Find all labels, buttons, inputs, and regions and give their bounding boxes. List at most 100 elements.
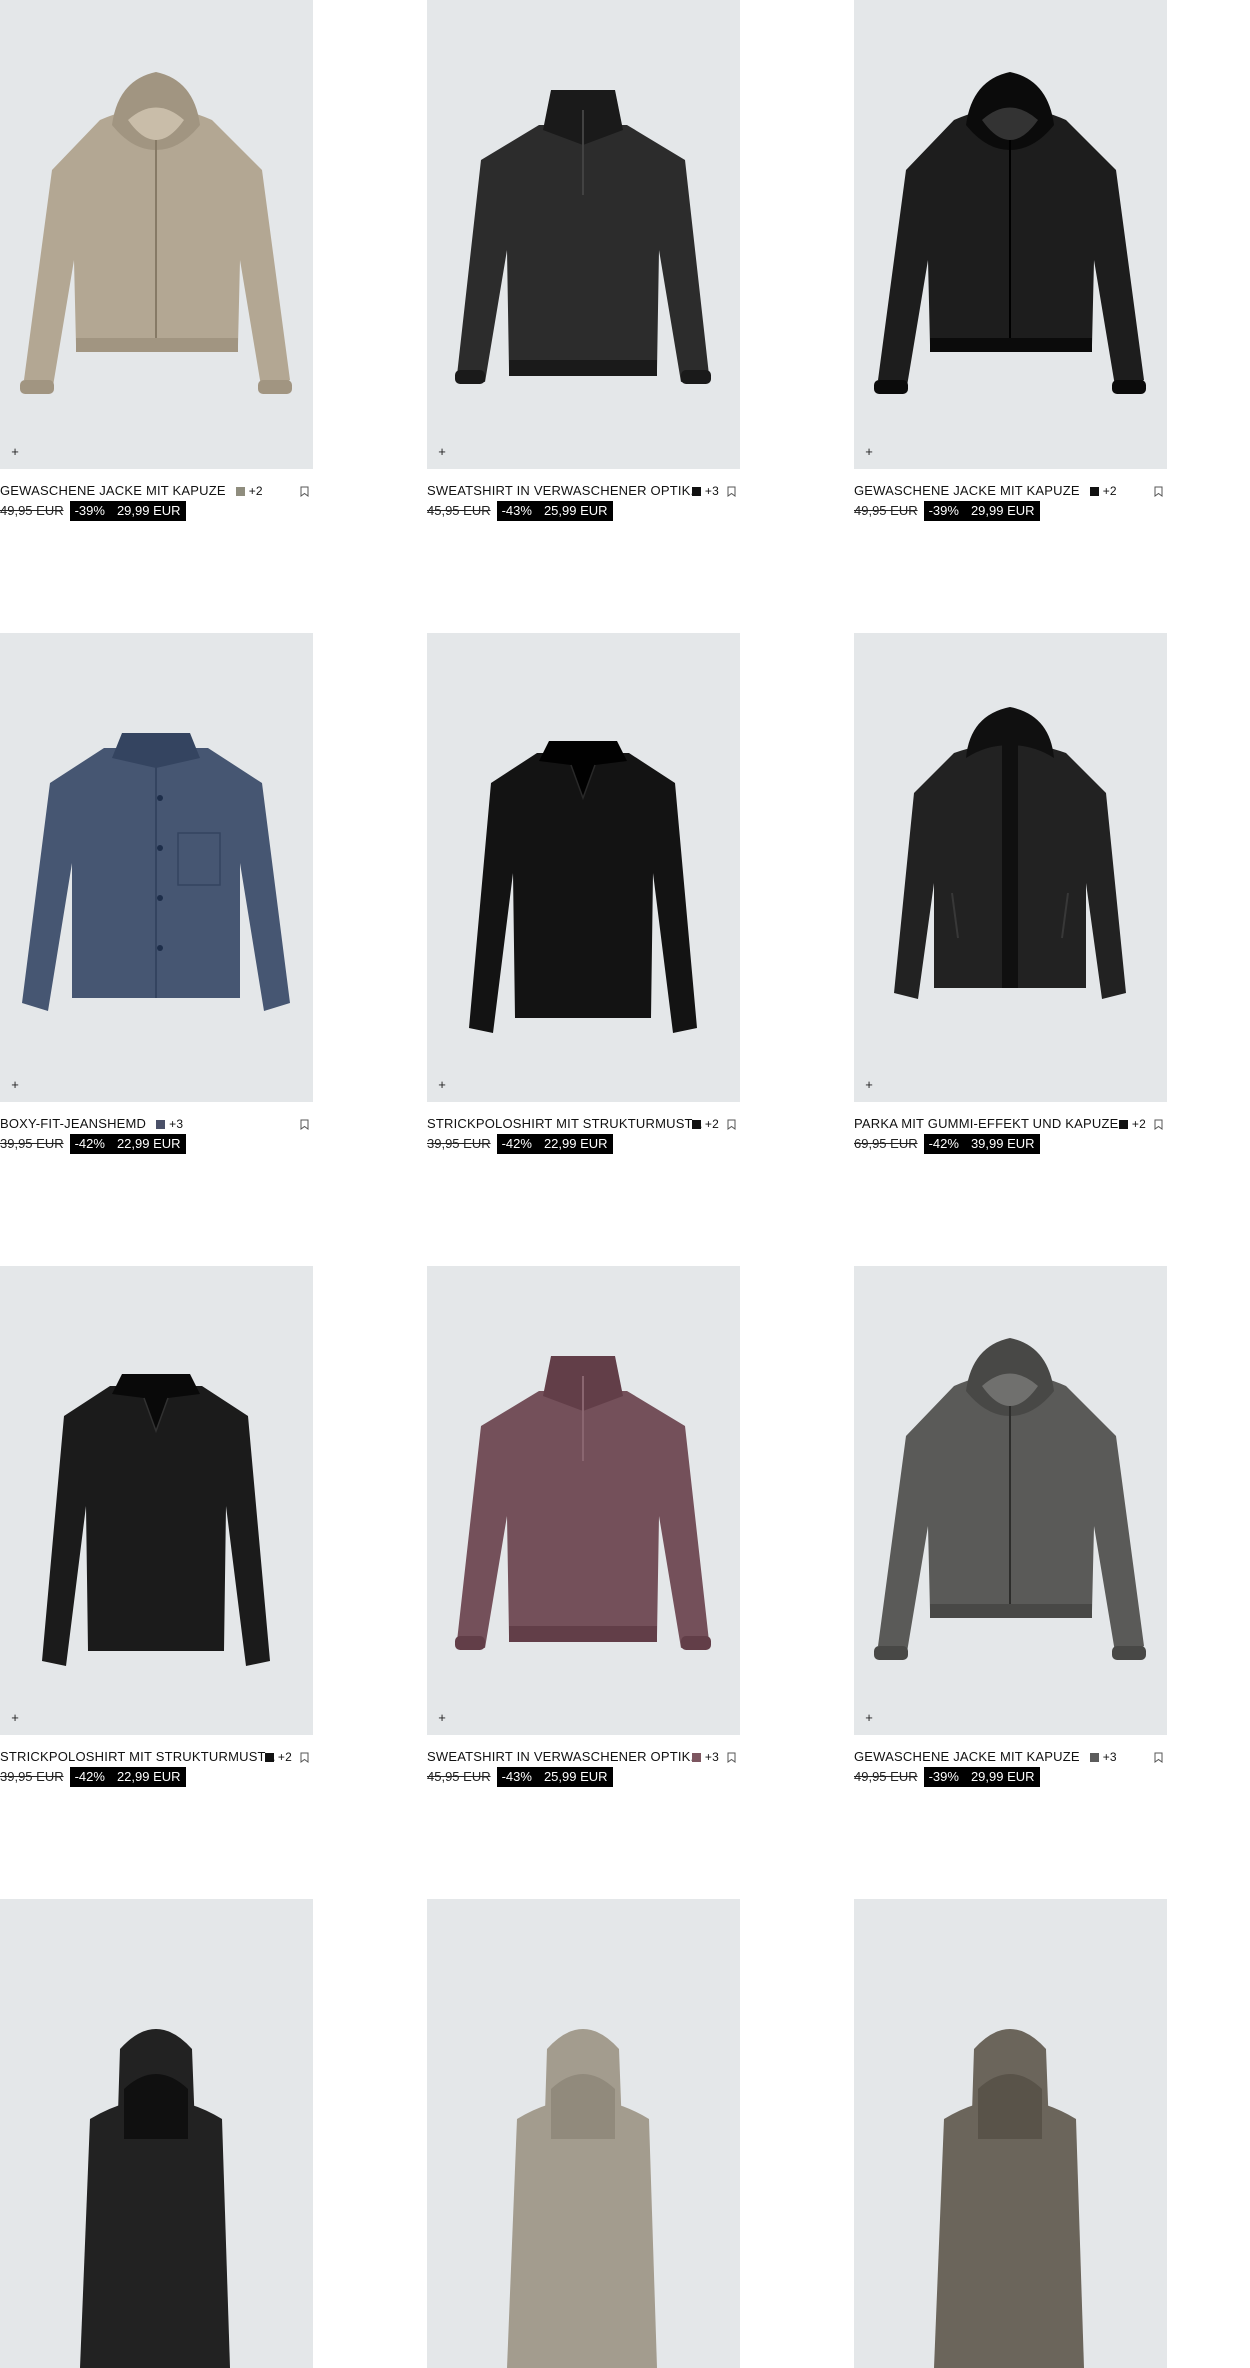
more-colors-count: +2 [1131,1117,1146,1131]
add-to-cart-icon[interactable]: + [862,1078,876,1092]
color-swatches[interactable]: +2 [1089,481,1117,501]
product-image[interactable] [0,1899,313,2368]
sale-price: 25,99 EUR [543,503,608,518]
hood_partial-garment-image [80,2029,230,2368]
add-to-cart-icon[interactable]: + [435,1711,449,1725]
product-name[interactable]: STRICKPOLOSHIRT MIT STRUKTURMUST... [0,1747,276,1767]
sweat-garment-image [455,90,711,384]
product-card[interactable] [427,1899,740,2368]
discount-percent: -39% [928,1769,959,1784]
bookmark-icon[interactable] [1154,1119,1163,1130]
product-name[interactable]: SWEATSHIRT IN VERWASCHENER OPTIK... [427,481,702,501]
product-image[interactable]: + [427,0,740,469]
product-image[interactable]: + [427,633,740,1102]
price-row: 39,95 EUR -42% 22,99 EUR [0,1134,313,1154]
product-name[interactable]: BOXY-FIT-JEANSHEMD [0,1114,146,1134]
product-card[interactable]: + GEWASCHENE JACKE MIT KAPUZE +2 49,95 EUR -… [854,0,1167,521]
more-colors-count: +2 [704,1117,719,1131]
product-card[interactable]: + STRICKPOLOSHIRT MIT STRUKTURMUST... +2 39… [427,633,740,1154]
polo-garment-image [42,1374,270,1666]
original-price: 39,95 EUR [0,1136,64,1151]
more-colors-count: +2 [1102,484,1117,498]
bookmark-icon[interactable] [727,486,736,497]
sale-price: 22,99 EUR [116,1769,181,1784]
price-row: 45,95 EUR -43% 25,99 EUR [427,1767,740,1787]
product-card[interactable]: + GEWASCHENE JACKE MIT KAPUZE +3 49,95 EUR -… [854,1266,1167,1787]
product-image[interactable]: + [0,0,313,469]
product-title-row: GEWASCHENE JACKE MIT KAPUZE +2 [854,481,1167,501]
original-price: 45,95 EUR [427,1769,491,1784]
bookmark-icon[interactable] [300,486,309,497]
color-swatches[interactable]: +2 [235,481,263,501]
product-name[interactable]: GEWASCHENE JACKE MIT KAPUZE [854,1747,1080,1767]
product-card[interactable]: + SWEATSHIRT IN VERWASCHENER OPTIK... +3 45… [427,1266,740,1787]
more-colors-count: +3 [704,484,719,498]
product-card[interactable]: + SWEATSHIRT IN VERWASCHENER OPTIK... +3 45… [427,0,740,521]
color-swatch[interactable] [235,486,245,496]
bookmark-icon[interactable] [1154,486,1163,497]
color-swatches[interactable]: +2 [264,1747,292,1767]
jacket-garment-image [874,72,1146,394]
more-colors-count: +3 [1102,1750,1117,1764]
product-name[interactable]: GEWASCHENE JACKE MIT KAPUZE [0,481,226,501]
add-to-cart-icon[interactable]: + [8,1711,22,1725]
color-swatches[interactable]: +3 [156,1114,183,1134]
add-to-cart-icon[interactable]: + [8,1078,22,1092]
product-card[interactable]: + PARKA MIT GUMMI-EFFEKT UND KAPUZE +2 69,9… [854,633,1167,1154]
price-row: 69,95 EUR -42% 39,99 EUR [854,1134,1167,1154]
product-image[interactable]: + [854,1266,1167,1735]
product-card[interactable]: + GEWASCHENE JACKE MIT KAPUZE +2 49,95 EUR -… [0,0,313,521]
add-to-cart-icon[interactable]: + [862,445,876,459]
product-card[interactable] [0,1899,313,2368]
color-swatches[interactable]: +3 [691,1747,719,1767]
discount-percent: -39% [928,503,959,518]
product-image[interactable]: + [0,1266,313,1735]
product-image[interactable]: + [427,1266,740,1735]
product-image[interactable]: + [854,633,1167,1102]
color-swatch[interactable] [1089,486,1099,496]
sale-price-badge: -43% 25,99 EUR [496,1767,613,1787]
bookmark-icon[interactable] [727,1119,736,1130]
original-price: 49,95 EUR [854,503,918,518]
sale-price-badge: -42% 22,99 EUR [496,1134,613,1154]
add-to-cart-icon[interactable]: + [862,1711,876,1725]
color-swatch[interactable] [691,486,701,496]
color-swatch[interactable] [691,1752,701,1762]
sale-price-badge: -39% 29,99 EUR [69,501,186,521]
bookmark-icon[interactable] [300,1752,309,1763]
color-swatches[interactable]: +3 [691,481,719,501]
original-price: 45,95 EUR [427,503,491,518]
add-to-cart-icon[interactable]: + [435,1078,449,1092]
product-name[interactable]: SWEATSHIRT IN VERWASCHENER OPTIK... [427,1747,702,1767]
sale-price: 29,99 EUR [970,503,1035,518]
color-swatch[interactable] [156,1119,166,1129]
product-name[interactable]: GEWASCHENE JACKE MIT KAPUZE [854,481,1080,501]
color-swatches[interactable]: +2 [1118,1114,1146,1134]
product-name[interactable]: STRICKPOLOSHIRT MIT STRUKTURMUST... [427,1114,703,1134]
color-swatch[interactable] [264,1752,274,1762]
product-image[interactable] [854,1899,1167,2368]
color-swatch[interactable] [691,1119,701,1129]
product-card[interactable]: + BOXY-FIT-JEANSHEMD +3 39,95 EUR -42% 22,99 … [0,633,313,1154]
hood_partial-garment-image [934,2029,1084,2368]
add-to-cart-icon[interactable]: + [435,445,449,459]
product-card[interactable]: + STRICKPOLOSHIRT MIT STRUKTURMUST... +2 39… [0,1266,313,1787]
discount-percent: -42% [74,1769,105,1784]
sale-price: 22,99 EUR [116,1136,181,1151]
product-image[interactable]: + [854,0,1167,469]
bookmark-icon[interactable] [727,1752,736,1763]
bookmark-icon[interactable] [1154,1752,1163,1763]
original-price: 39,95 EUR [0,1769,64,1784]
product-image[interactable]: + [0,633,313,1102]
color-swatch[interactable] [1089,1752,1099,1762]
add-to-cart-icon[interactable]: + [8,445,22,459]
price-row: 39,95 EUR -42% 22,99 EUR [0,1767,313,1787]
product-name[interactable]: PARKA MIT GUMMI-EFFEKT UND KAPUZE [854,1114,1118,1134]
product-image[interactable] [427,1899,740,2368]
bookmark-icon[interactable] [300,1119,309,1130]
color-swatch[interactable] [1118,1119,1128,1129]
color-swatches[interactable]: +2 [691,1114,719,1134]
product-card[interactable] [854,1899,1167,2368]
hood_partial-garment-image [507,2029,657,2368]
color-swatches[interactable]: +3 [1089,1747,1117,1767]
